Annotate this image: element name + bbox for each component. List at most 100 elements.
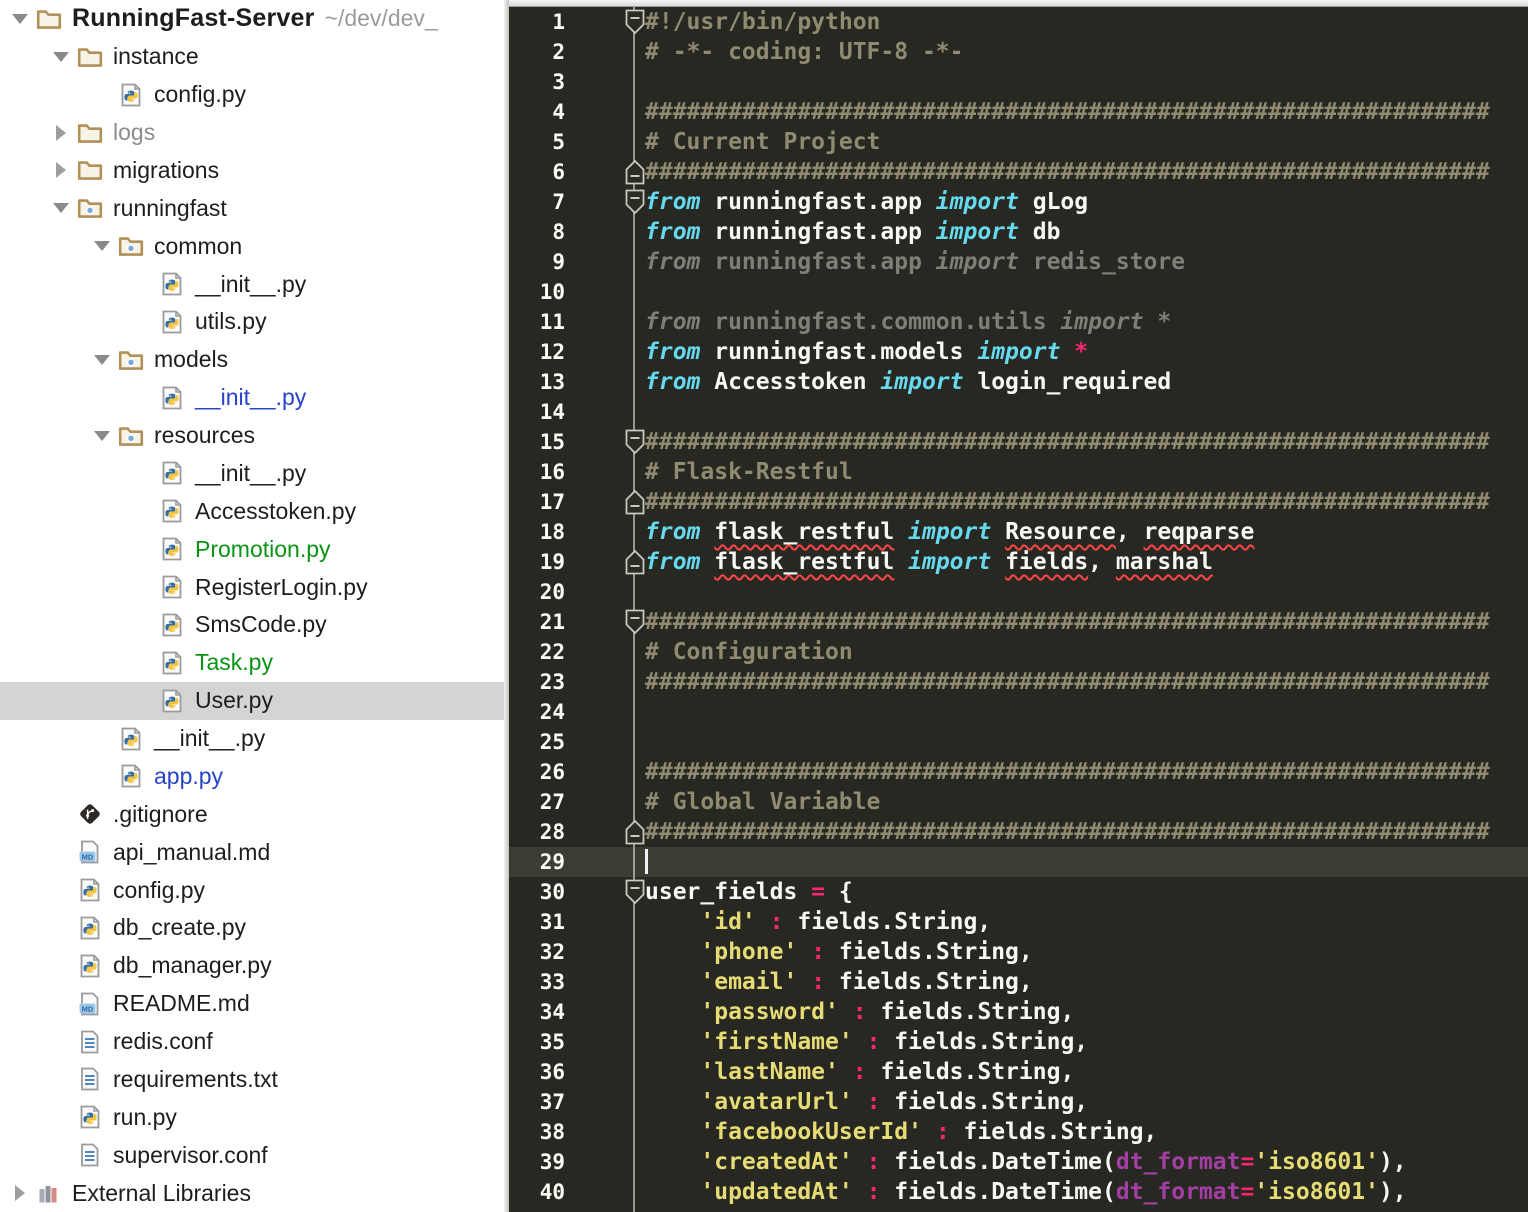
fold-marker-end-icon[interactable] [625,159,645,185]
code-text[interactable]: 'avatarUrl' : fields.String, [565,1087,1088,1117]
code-text[interactable]: ########################################… [565,817,1490,847]
fold-marker-start-icon[interactable] [625,9,645,35]
code-text[interactable]: from flask_restful import fields, marsha… [565,547,1213,577]
tree-item-promotion-py[interactable]: Promotion.py [0,530,504,568]
tree-item-config-py[interactable]: config.py [0,871,504,909]
tree-item-smscode-py[interactable]: SmsCode.py [0,606,504,644]
fold-marker-end-icon[interactable] [625,819,645,845]
code-text[interactable]: from runningfast.models import * [565,337,1088,367]
tree-item-user-py[interactable]: User.py [0,681,504,720]
fold-marker-start-icon[interactable] [625,879,645,905]
code-line-27[interactable]: 27 # Global Variable [509,787,1528,817]
code-line-29[interactable]: 29 [509,847,1528,877]
code-text[interactable]: # Global Variable [565,787,880,817]
tree-item-models[interactable]: models [0,341,504,379]
tree-item-init-py[interactable]: __init__.py [0,379,504,417]
chevron-expanded-icon[interactable] [88,355,116,365]
code-line-7[interactable]: 7 from runningfast.app import gLog [509,187,1528,217]
tree-item-common[interactable]: common [0,227,504,265]
code-line-39[interactable]: 39 'createdAt' : fields.DateTime(dt_form… [509,1147,1528,1177]
code-line-14[interactable]: 14 [509,397,1528,427]
code-text[interactable]: ########################################… [565,157,1490,187]
code-text[interactable]: ########################################… [565,97,1490,127]
code-text[interactable]: # Current Project [565,127,880,157]
fold-marker-end-icon[interactable] [625,549,645,575]
chevron-expanded-icon[interactable] [88,241,116,251]
code-line-15[interactable]: 15 ######################################… [509,427,1528,457]
chevron-expanded-icon[interactable] [47,52,75,62]
code-text[interactable]: 'firstName' : fields.String, [565,1027,1088,1057]
code-text[interactable]: 'facebookUserId' : fields.String, [565,1117,1157,1147]
code-line-4[interactable]: 4 #######################################… [509,97,1528,127]
code-line-25[interactable]: 25 [509,727,1528,757]
chevron-expanded-icon[interactable] [88,431,116,441]
code-line-22[interactable]: 22 # Configuration [509,637,1528,667]
chevron-collapsed-icon[interactable] [6,1185,34,1201]
code-line-5[interactable]: 5 # Current Project [509,127,1528,157]
code-text[interactable]: from flask_restful import Resource, reqp… [565,517,1254,547]
tree-item-task-py[interactable]: Task.py [0,644,504,682]
code-text[interactable]: # Flask-Restful [565,457,853,487]
code-line-16[interactable]: 16 # Flask-Restful [509,457,1528,487]
code-text[interactable]: ########################################… [565,757,1490,787]
code-line-12[interactable]: 12 from runningfast.models import * [509,337,1528,367]
tree-item-registerlogin-py[interactable]: RegisterLogin.py [0,568,504,606]
code-line-9[interactable]: 9 from runningfast.app import redis_store [509,247,1528,277]
code-text[interactable]: from runningfast.app import db [565,217,1060,247]
tree-item-supervisor-conf[interactable]: supervisor.conf [0,1136,504,1174]
tree-item-requirements-txt[interactable]: requirements.txt [0,1061,504,1099]
tree-item-app-py[interactable]: app.py [0,758,504,796]
tree-item-external-libraries[interactable]: External Libraries [0,1174,504,1212]
code-text[interactable]: #!/usr/bin/python [565,7,880,37]
code-text[interactable]: user_fields = { [565,877,853,907]
code-text[interactable]: 'phone' : fields.String, [565,937,1032,967]
tree-item-run-py[interactable]: run.py [0,1098,504,1136]
code-line-18[interactable]: 18 from flask_restful import Resource, re… [509,517,1528,547]
code-text[interactable]: 'id' : fields.String, [565,907,991,937]
code-text[interactable]: ########################################… [565,607,1490,637]
code-line-23[interactable]: 23 ######################################… [509,667,1528,697]
tree-item-db-create-py[interactable]: db_create.py [0,909,504,947]
tree-item-resources[interactable]: resources [0,417,504,455]
code-line-34[interactable]: 34 'password' : fields.String, [509,997,1528,1027]
code-line-10[interactable]: 10 [509,277,1528,307]
code-line-40[interactable]: 40 'updatedAt' : fields.DateTime(dt_form… [509,1177,1528,1207]
tree-item-logs[interactable]: logs [0,114,504,152]
code-text[interactable]: from Accesstoken import login_required [565,367,1171,397]
chevron-collapsed-icon[interactable] [47,125,75,141]
code-text[interactable]: ########################################… [565,427,1490,457]
chevron-collapsed-icon[interactable] [47,162,75,178]
chevron-expanded-icon[interactable] [47,203,75,213]
code-line-20[interactable]: 20 [509,577,1528,607]
code-line-6[interactable]: 6 #######################################… [509,157,1528,187]
tree-item-gitignore[interactable]: .gitignore [0,795,504,833]
tree-item-redis-conf[interactable]: redis.conf [0,1023,504,1061]
code-line-30[interactable]: 30 user_fields = { [509,877,1528,907]
code-line-26[interactable]: 26 ######################################… [509,757,1528,787]
code-line-1[interactable]: 1 #!/usr/bin/python [509,7,1528,37]
code-text[interactable]: 'createdAt' : fields.DateTime(dt_format=… [565,1147,1406,1177]
chevron-expanded-icon[interactable] [6,14,34,24]
code-line-13[interactable]: 13 from Accesstoken import login_required [509,367,1528,397]
code-text[interactable]: 'email' : fields.String, [565,967,1032,997]
code-line-37[interactable]: 37 'avatarUrl' : fields.String, [509,1087,1528,1117]
code-line-31[interactable]: 31 'id' : fields.String, [509,907,1528,937]
editor-body[interactable]: 1 #!/usr/bin/python 2 # -*- coding: UTF-8 -… [509,7,1528,1212]
fold-marker-end-icon[interactable] [625,489,645,515]
fold-marker-start-icon[interactable] [625,609,645,635]
code-text[interactable]: 'updatedAt' : fields.DateTime(dt_format=… [565,1177,1406,1207]
tree-item-config-py[interactable]: config.py [0,76,504,114]
code-line-24[interactable]: 24 [509,697,1528,727]
code-text[interactable]: ########################################… [565,487,1490,517]
code-line-35[interactable]: 35 'firstName' : fields.String, [509,1027,1528,1057]
tree-item-init-py[interactable]: __init__.py [0,265,504,303]
tree-item-runningfast-server[interactable]: RunningFast-Server ~/dev/dev_ [0,0,504,38]
tree-item-utils-py[interactable]: utils.py [0,303,504,341]
code-line-38[interactable]: 38 'facebookUserId' : fields.String, [509,1117,1528,1147]
code-line-2[interactable]: 2 # -*- coding: UTF-8 -*- [509,37,1528,67]
code-text[interactable]: 'lastName' : fields.String, [565,1057,1074,1087]
code-line-32[interactable]: 32 'phone' : fields.String, [509,937,1528,967]
code-text[interactable] [565,847,648,877]
tree-item-db-manager-py[interactable]: db_manager.py [0,947,504,985]
code-line-11[interactable]: 11 from runningfast.common.utils import * [509,307,1528,337]
